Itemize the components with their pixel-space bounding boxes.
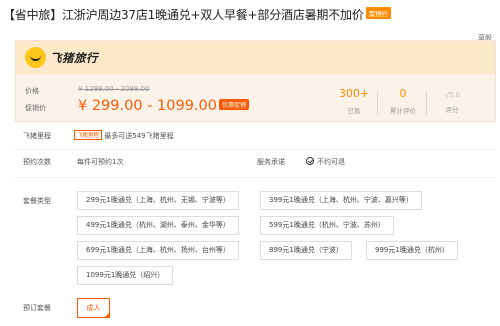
licheng-text: 最多可送549飞猪里程	[104, 132, 174, 140]
package-option[interactable]: 1099元1晚通兑（绍兴）	[77, 266, 174, 285]
service-promise-text: 不约可退	[317, 158, 345, 166]
rating-label: 评分	[445, 106, 459, 114]
stat-divider	[426, 91, 427, 115]
review-label: 累计评价	[390, 107, 416, 115]
fliggy-logo-icon	[25, 47, 46, 68]
package-option[interactable]: 299元1晚通兑（上海、杭州、无锡、宁波等）	[77, 191, 239, 210]
stat-reviews[interactable]: 0 累计评价	[383, 87, 423, 115]
rating-value: -/5.0	[443, 91, 461, 99]
licheng-label: 飞猪里程	[23, 132, 51, 140]
package-option[interactable]: 699元1晚通兑（上海、杭州、扬州、台州等）	[77, 241, 239, 260]
stat-rating: -/5.0 评分	[432, 87, 472, 114]
package-option[interactable]: 599元1晚通兑（杭州、宁波、苏州）	[260, 216, 394, 235]
booking-count-label: 预约次数	[23, 158, 51, 166]
fliggy-logo: 飞猪旅行	[25, 47, 98, 68]
adult-option-button[interactable]: 成人	[77, 298, 110, 318]
service-promise-label: 服务承诺	[257, 158, 285, 166]
service-promise: 不约可退	[306, 157, 345, 167]
licheng-row: 飞猪里程 飞猪里程 最多可送549飞猪里程	[23, 130, 174, 141]
booking-count-text: 每件可预约1次	[77, 158, 124, 166]
review-count: 0	[399, 87, 407, 100]
licheng-tag: 飞猪里程	[74, 130, 103, 140]
check-circle-icon	[306, 157, 314, 165]
sale-price-value: ¥ 299.00 - 1099.00	[78, 98, 217, 114]
brand-bar: 飞猪旅行	[16, 41, 495, 74]
promo-label: 促销价	[25, 104, 46, 112]
package-option[interactable]: 999元1晚通兑（杭州）	[366, 241, 458, 260]
package-type-label: 套餐类型	[23, 197, 51, 205]
sold-label: 已售	[347, 107, 361, 115]
original-price: ¥ 1299.00 - 2099.00	[78, 85, 150, 93]
divider-line	[15, 149, 496, 150]
order-package-label: 预订套餐	[23, 304, 51, 312]
sale-price: ¥ 299.00 - 1099.00 优惠促销	[78, 98, 249, 114]
stat-divider	[377, 91, 378, 115]
price-panel: 飞猪旅行 价格 ¥ 1299.00 - 2099.00 促销价 ¥ 299.00…	[15, 40, 496, 122]
price-label: 价格	[25, 87, 39, 95]
reservation-tag: 需预约	[365, 7, 391, 19]
stat-sold: 300+ 已售	[334, 87, 374, 115]
sold-count: 300+	[338, 87, 370, 100]
divider-line	[15, 177, 496, 178]
package-option[interactable]: 499元1晚通兑（杭州、湖州、泰州、金华等）	[77, 216, 239, 235]
brand-name: 飞猪旅行	[50, 50, 98, 65]
promo-badge: 优惠促销	[218, 99, 249, 110]
package-option[interactable]: 899元1晚通兑（宁波）	[260, 241, 352, 260]
package-option[interactable]: 399元1晚通兑（上海、杭州、宁波、嘉兴等）	[260, 191, 422, 210]
product-title-text: 【省中旅】江浙沪周边37店1晚通兑+双人早餐+部分酒店暑期不加价	[3, 8, 364, 22]
product-title: 【省中旅】江浙沪周边37店1晚通兑+双人早餐+部分酒店暑期不加价 需预约	[3, 6, 495, 23]
